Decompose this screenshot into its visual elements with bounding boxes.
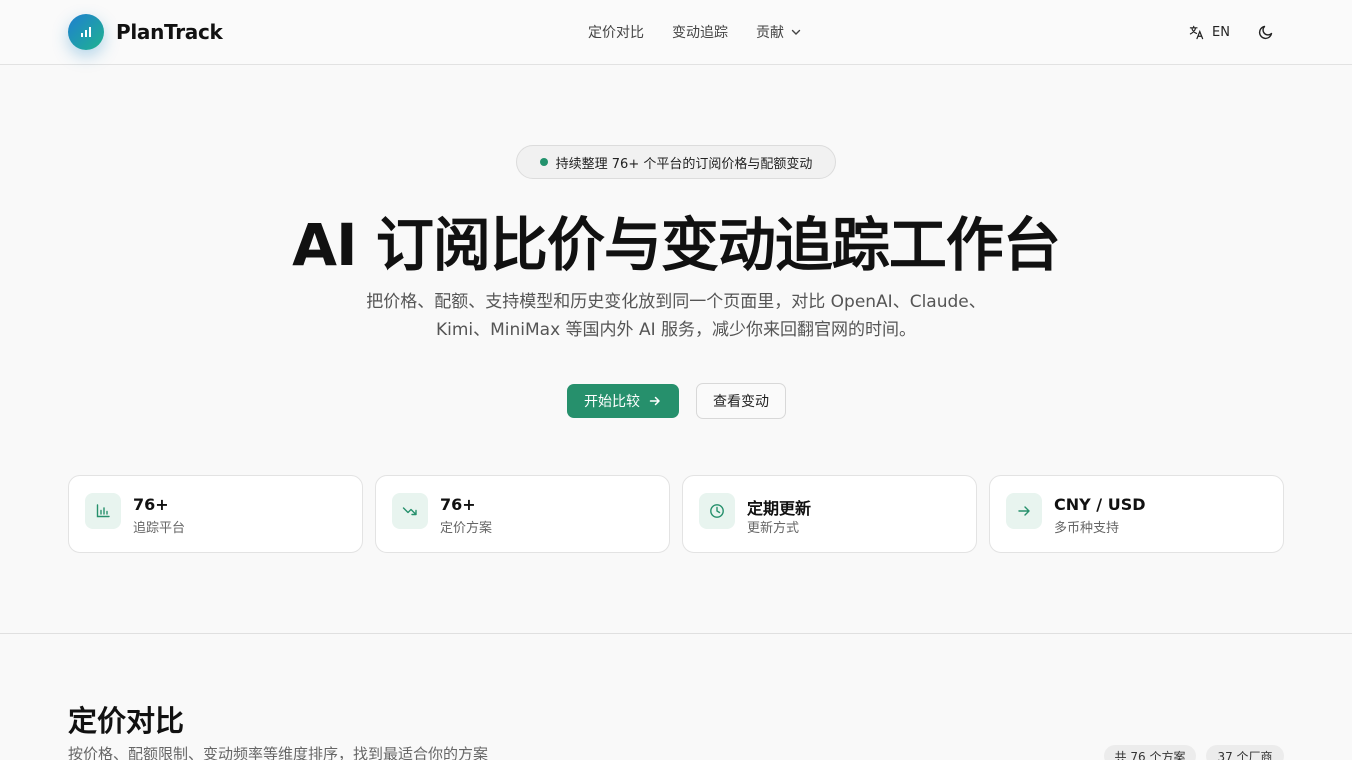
hero-subtitle-line-1: 把价格、配额、支持模型和历史变化放到同一个页面里，对比 OpenAI、Claud… [366,292,986,312]
vendors-count-badge: 37 个厂商 [1206,745,1284,760]
language-label: EN [1212,24,1230,40]
stat-card-currency: CNY / USD 多币种支持 [989,475,1284,553]
stat-card-plans: 76+ 定价方案 [375,475,670,553]
stat-card-platforms: 76+ 追踪平台 [68,475,363,553]
pricing-section [0,634,1352,760]
stat-value: 76+ [440,495,476,514]
status-dot [539,158,548,166]
view-changes-button[interactable]: 查看变动 [696,383,786,419]
logo-chart-icon [68,14,104,50]
stat-card-update: 定期更新 更新方式 [682,475,977,553]
top-header: PlanTrack 定价对比 变动追踪 贡献 EN [0,0,1352,65]
section-subtitle: 按价格、配额限制、变动频率等维度排序，找到最适合你的方案 [68,745,489,760]
moon-icon [1258,25,1273,40]
nav-contribute-label: 贡献 [756,25,784,41]
stat-label: 更新方式 [747,521,800,536]
hero-subtitle: 把价格、配额、支持模型和历史变化放到同一个页面里，对比 OpenAI、Claud… [326,288,1026,344]
nav-contribute[interactable]: 贡献 [756,22,802,42]
hero-title: AI 订阅比价与变动追踪工作台 [292,211,1061,279]
arrow-right-icon [1006,493,1042,529]
stat-value: 定期更新 [747,499,812,518]
main-nav: 定价对比 变动追踪 贡献 [588,22,802,42]
translate-icon [1189,25,1204,39]
bar-chart-icon [85,493,121,529]
stat-value: CNY / USD [1054,495,1146,514]
clock-icon [699,493,735,529]
stat-value: 76+ [133,495,169,514]
hero-subtitle-line-2: Kimi、MiniMax 等国内外 AI 服务，减少你来回翻官网的时间。 [435,320,917,340]
header-tools: EN [1189,22,1276,42]
start-compare-label: 开始比较 [584,393,640,409]
chevron-down-icon [791,29,801,35]
start-compare-button[interactable]: 开始比较 [567,384,679,418]
status-pill: 持续整理 76+ 个平台的订阅价格与配额变动 [516,145,836,179]
stat-label: 定价方案 [440,521,493,536]
brand-logo[interactable]: PlanTrack [68,14,223,50]
arrow-right-icon [649,396,660,406]
plans-count-badge: 共 76 个方案 [1104,745,1196,760]
stat-label: 追踪平台 [133,521,186,536]
language-switch[interactable]: EN [1189,25,1230,40]
brand-name: PlanTrack [116,20,223,44]
nav-pricing[interactable]: 定价对比 [588,22,644,42]
nav-changes[interactable]: 变动追踪 [672,22,728,42]
stat-label: 多币种支持 [1054,521,1120,536]
status-pill-text: 持续整理 76+ 个平台的订阅价格与配额变动 [555,156,813,172]
section-title: 定价对比 [68,704,185,738]
trending-down-icon [392,493,428,529]
theme-toggle[interactable] [1256,22,1276,42]
